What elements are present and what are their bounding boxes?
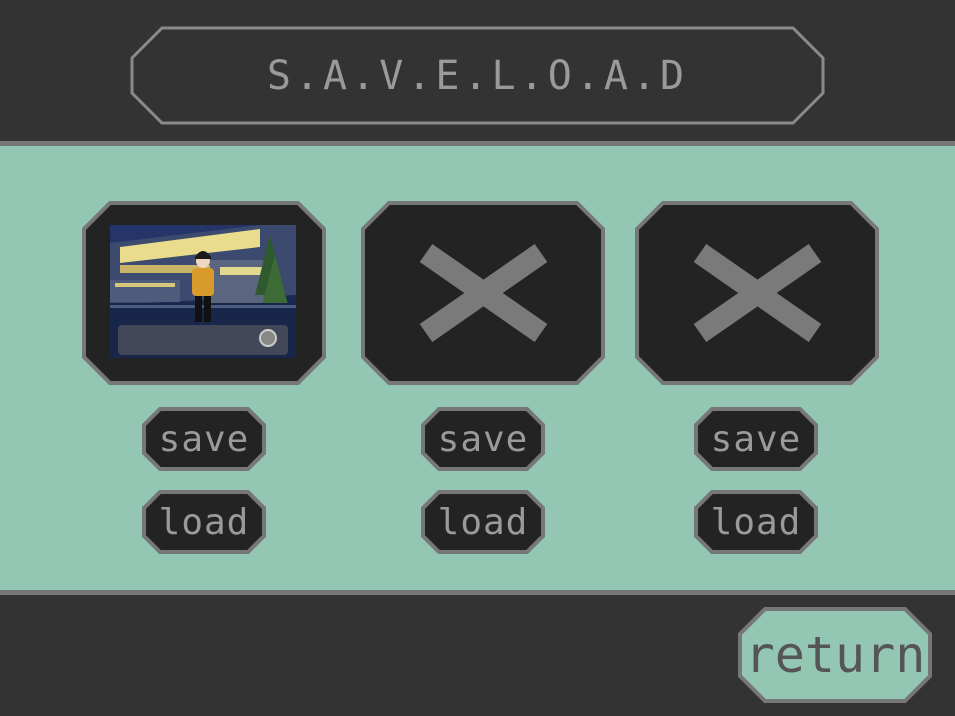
load-button-label: load	[437, 501, 529, 543]
save-button-label: save	[710, 418, 802, 460]
load-button-2[interactable]: load	[421, 490, 545, 554]
save-slot-2[interactable]	[361, 201, 605, 385]
save-slot-3[interactable]	[635, 201, 879, 385]
save-button-1[interactable]: save	[142, 407, 266, 471]
return-button-label: return	[744, 626, 926, 684]
save-button-label: save	[437, 418, 529, 460]
empty-slot-x-icon	[693, 243, 822, 343]
title-banner: S.A.V.E.L.O.A.D	[130, 26, 825, 125]
save-button-2[interactable]: save	[421, 407, 545, 471]
save-button-label: save	[158, 418, 250, 460]
page-title: S.A.V.E.L.O.A.D	[266, 52, 689, 99]
load-button-1[interactable]: load	[142, 490, 266, 554]
load-button-label: load	[710, 501, 802, 543]
save-slot-1[interactable]	[82, 201, 326, 385]
load-button-3[interactable]: load	[694, 490, 818, 554]
empty-slot-x-icon	[419, 243, 548, 343]
load-button-label: load	[158, 501, 250, 543]
return-button[interactable]: return	[737, 606, 933, 704]
slot-1-thumbnail	[110, 225, 296, 358]
save-button-3[interactable]: save	[694, 407, 818, 471]
